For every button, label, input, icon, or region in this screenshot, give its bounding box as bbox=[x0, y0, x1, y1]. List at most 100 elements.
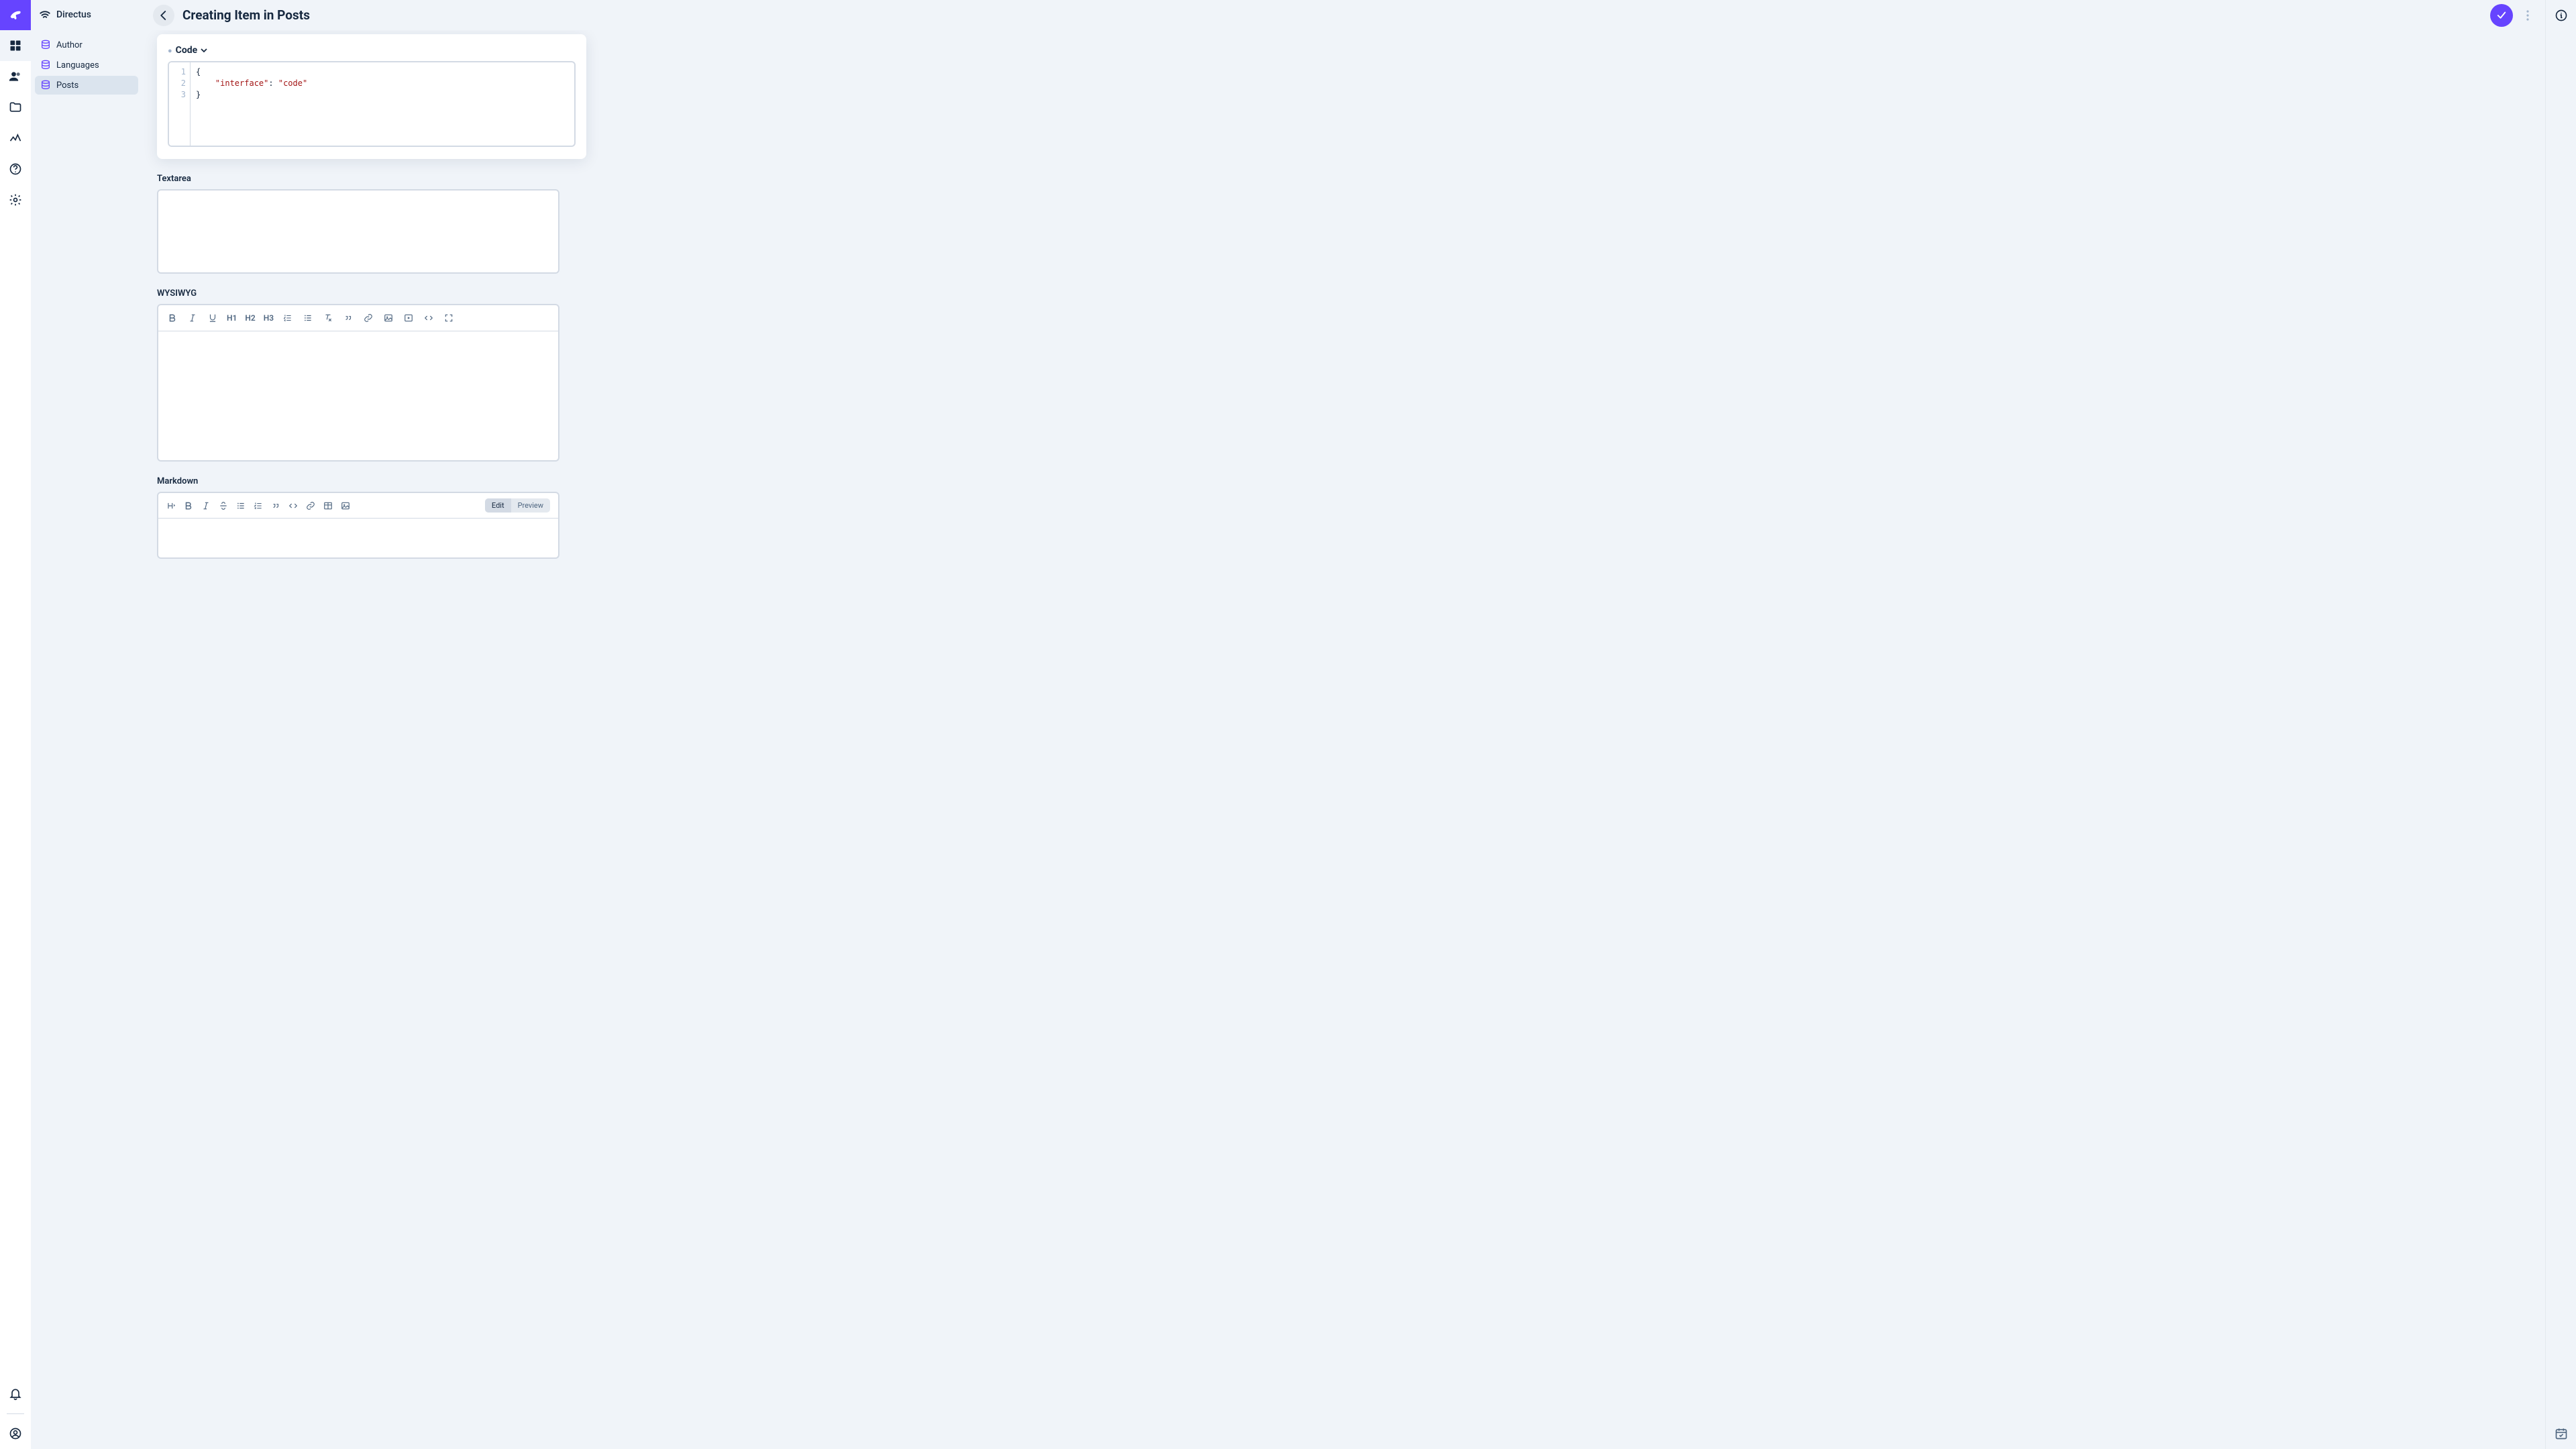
gutter-line: 1 bbox=[169, 66, 186, 78]
nav-users[interactable] bbox=[0, 61, 31, 92]
code-token: "code" bbox=[278, 78, 307, 88]
md-table-button[interactable] bbox=[323, 501, 333, 511]
heading-button[interactable] bbox=[166, 501, 176, 511]
mode-edit[interactable]: Edit bbox=[485, 498, 511, 513]
heading-icon bbox=[166, 501, 176, 511]
sidebar-item-author[interactable]: Author bbox=[35, 36, 138, 54]
nav-collections[interactable] bbox=[0, 30, 31, 61]
revisions-button[interactable] bbox=[2546, 1418, 2576, 1449]
info-icon bbox=[2555, 9, 2568, 22]
info-button[interactable] bbox=[2546, 0, 2576, 30]
unordered-list-icon bbox=[303, 313, 313, 323]
calendar-check-icon bbox=[2555, 1427, 2568, 1440]
quote-icon bbox=[271, 501, 280, 511]
global-nav-rail bbox=[0, 0, 31, 1449]
clear-format-button[interactable] bbox=[322, 312, 334, 324]
fullscreen-icon bbox=[444, 313, 453, 323]
gear-icon bbox=[9, 193, 22, 207]
sidebar-item-languages[interactable]: Languages bbox=[35, 56, 138, 74]
link-icon bbox=[364, 313, 373, 323]
wysiwyg-editor[interactable] bbox=[157, 331, 559, 462]
ordered-list-icon bbox=[283, 313, 292, 323]
nav-files[interactable] bbox=[0, 92, 31, 123]
md-strike-button[interactable] bbox=[219, 501, 228, 511]
field-code-label[interactable]: ● Code bbox=[168, 45, 576, 56]
code-body[interactable]: { "interface": "code" } bbox=[191, 62, 574, 146]
mode-preview[interactable]: Preview bbox=[511, 498, 550, 513]
wysiwyg-toolbar: H1 H2 H3 bbox=[157, 304, 559, 331]
form-content: ● Code 1 2 3 { "interface": "code" } Tex… bbox=[142, 30, 2545, 1449]
link-button[interactable] bbox=[362, 312, 374, 324]
md-bold-button[interactable] bbox=[184, 501, 193, 511]
ordered-list-icon bbox=[254, 501, 263, 511]
nav-insights[interactable] bbox=[0, 123, 31, 154]
strikethrough-icon bbox=[219, 501, 228, 511]
wysiwyg-label: WYSIWYG bbox=[157, 288, 2530, 299]
code-token: : bbox=[268, 78, 278, 88]
save-button[interactable] bbox=[2490, 4, 2513, 27]
sidebar-item-label: Languages bbox=[56, 60, 99, 70]
code-block-button[interactable] bbox=[423, 312, 435, 324]
nav-notifications[interactable] bbox=[0, 1379, 31, 1409]
italic-icon bbox=[188, 313, 197, 323]
gutter-line: 3 bbox=[169, 89, 186, 101]
more-button[interactable] bbox=[2521, 4, 2534, 27]
h2-button[interactable]: H2 bbox=[245, 313, 255, 323]
main-header: Creating Item in Posts bbox=[142, 0, 2545, 30]
rail-divider bbox=[7, 1413, 24, 1414]
image-icon bbox=[384, 313, 393, 323]
italic-button[interactable] bbox=[186, 312, 199, 324]
users-icon bbox=[9, 70, 22, 83]
md-image-button[interactable] bbox=[341, 501, 350, 511]
field-textarea: Textarea bbox=[157, 174, 2530, 274]
clear-format-icon bbox=[323, 313, 333, 323]
h3-button[interactable]: H3 bbox=[264, 313, 274, 323]
code-line: } bbox=[196, 90, 201, 99]
underline-button[interactable] bbox=[207, 312, 219, 324]
chevron-down-icon bbox=[201, 47, 207, 54]
h1-button[interactable]: H1 bbox=[227, 313, 237, 323]
code-editor[interactable]: 1 2 3 { "interface": "code" } bbox=[168, 61, 576, 147]
md-quote-button[interactable] bbox=[271, 501, 280, 511]
image-icon bbox=[341, 501, 350, 511]
unordered-list-button[interactable] bbox=[302, 312, 314, 324]
nav-docs[interactable] bbox=[0, 154, 31, 184]
collections-icon bbox=[9, 39, 22, 52]
sidebar-header: Directus bbox=[31, 0, 142, 30]
field-code-card: ● Code 1 2 3 { "interface": "code" } bbox=[157, 34, 586, 159]
sidebar-item-posts[interactable]: Posts bbox=[35, 76, 138, 95]
right-rail bbox=[2545, 0, 2576, 1449]
md-ul-button[interactable] bbox=[236, 501, 246, 511]
image-button[interactable] bbox=[382, 312, 394, 324]
media-button[interactable] bbox=[402, 312, 415, 324]
sidebar-list: Author Languages Posts bbox=[31, 30, 142, 100]
back-button[interactable] bbox=[153, 5, 174, 26]
account-icon bbox=[9, 1427, 22, 1440]
underline-icon bbox=[208, 313, 217, 323]
md-code-button[interactable] bbox=[288, 501, 298, 511]
ordered-list-button[interactable] bbox=[282, 312, 294, 324]
markdown-editor[interactable] bbox=[157, 519, 559, 559]
field-wysiwyg: WYSIWYG H1 H2 H3 bbox=[157, 288, 2530, 462]
main-area: Creating Item in Posts ● Code 1 2 3 { bbox=[142, 0, 2545, 1449]
sidebar-title: Directus bbox=[56, 9, 91, 20]
md-italic-button[interactable] bbox=[201, 501, 211, 511]
markdown-label: Markdown bbox=[157, 476, 2530, 486]
bold-button[interactable] bbox=[166, 312, 178, 324]
quote-button[interactable] bbox=[342, 312, 354, 324]
rabbit-logo-icon bbox=[8, 8, 23, 23]
link-icon bbox=[306, 501, 315, 511]
page-title: Creating Item in Posts bbox=[182, 7, 310, 23]
nav-settings[interactable] bbox=[0, 184, 31, 215]
md-ol-button[interactable] bbox=[254, 501, 263, 511]
md-link-button[interactable] bbox=[306, 501, 315, 511]
database-icon bbox=[40, 40, 51, 50]
check-icon bbox=[2496, 9, 2508, 21]
markdown-toolbar: Edit Preview bbox=[157, 492, 559, 519]
insights-icon bbox=[9, 131, 22, 145]
nav-account[interactable] bbox=[0, 1418, 31, 1449]
code-gutter: 1 2 3 bbox=[169, 62, 191, 146]
app-logo[interactable] bbox=[0, 0, 31, 30]
textarea-input[interactable] bbox=[157, 189, 559, 274]
fullscreen-button[interactable] bbox=[443, 312, 455, 324]
